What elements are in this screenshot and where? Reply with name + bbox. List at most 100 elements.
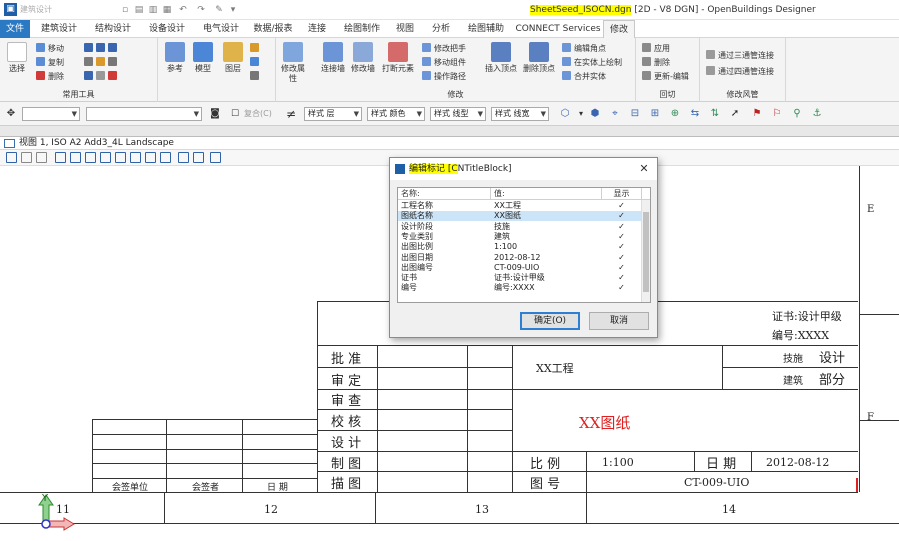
tab-connect[interactable]: 连接 (302, 20, 332, 38)
table-row[interactable]: 出图编号 CT-009-UIO ✓ (398, 263, 641, 273)
table-scrollbar[interactable] (641, 200, 650, 302)
connect-walls-button[interactable]: 连接墙 (318, 42, 348, 74)
tool-9-icon[interactable]: ⚑ (750, 107, 764, 121)
tab-analysis[interactable]: 分析 (426, 20, 456, 38)
row-show-checkbox[interactable]: ✓ (602, 242, 641, 252)
open-file-icon[interactable]: ▤ (134, 5, 144, 15)
row-value-cell[interactable]: XX工程 (494, 201, 599, 211)
modify-properties-button[interactable]: 修改属性 (278, 42, 308, 84)
tool-4-icon[interactable]: ⊟ (628, 107, 642, 121)
table-row[interactable]: 图纸名称 XX图纸 ✓ (398, 211, 641, 222)
copy-view-icon[interactable] (210, 152, 221, 163)
pin-icon[interactable]: ✎ (214, 5, 224, 15)
shape-tools-button[interactable] (84, 57, 120, 69)
header-show[interactable]: 显示 (602, 188, 642, 200)
row-show-checkbox[interactable]: ✓ (602, 273, 641, 283)
merge-solid-button[interactable]: 合并实体 (562, 71, 606, 83)
tool-2-icon[interactable]: ⬢ (588, 107, 602, 121)
insert-vertex-button[interactable]: 插入顶点 (484, 42, 518, 74)
ruler-icon[interactable] (36, 152, 47, 163)
apply-button[interactable]: 应用 (642, 43, 670, 55)
save-icon[interactable]: ▥ (148, 5, 158, 15)
model-button[interactable]: 模型 (188, 42, 218, 74)
update-edit-button[interactable]: 更新-编辑 (642, 71, 689, 83)
attributes-button[interactable] (250, 43, 262, 55)
header-value[interactable]: 值: (491, 188, 602, 200)
new-file-icon[interactable]: ▫ (120, 5, 130, 15)
table-row[interactable]: 设计阶段 技施 ✓ (398, 222, 641, 232)
reference-button[interactable]: 参考 (160, 42, 190, 74)
view-previous-icon[interactable] (160, 152, 171, 163)
table-row[interactable]: 专业类别 建筑 ✓ (398, 232, 641, 242)
tab-drawing-production[interactable]: 绘图制作 (338, 20, 386, 38)
view-attributes-icon[interactable] (6, 152, 17, 163)
four-way-connect-button[interactable]: 通过四通管连接 (706, 66, 774, 78)
modify-handle-button[interactable]: 修改把手 (422, 43, 466, 55)
row-value-cell[interactable]: 1:100 (494, 242, 599, 252)
element-selection-icon[interactable]: ✥ (4, 107, 18, 121)
draw-on-solid-button[interactable]: 在实体上绘制 (562, 57, 622, 69)
customize-qat-icon[interactable]: ▾ (228, 5, 238, 15)
tab-mechanical[interactable]: 设备设计 (142, 20, 192, 38)
tool-11-icon[interactable]: ⚲ (790, 107, 804, 121)
redo-icon[interactable]: ↷ (196, 5, 206, 15)
row-show-checkbox[interactable]: ✓ (602, 222, 641, 232)
style-linetype-combo[interactable]: 样式 线型 ▼ (430, 107, 486, 121)
row-show-checkbox[interactable]: ✓ (602, 232, 641, 242)
print-icon[interactable]: ▦ (162, 5, 172, 15)
ok-button[interactable]: 确定(O) (520, 312, 580, 330)
delete-vertex-button[interactable]: 删除顶点 (522, 42, 556, 74)
text-tools-button[interactable] (84, 71, 120, 83)
dialog-title-bar[interactable]: 编辑标记 [CNTitleBlock] ✕ (390, 158, 657, 180)
clip-volume-icon[interactable] (193, 152, 204, 163)
select-button[interactable]: 选择 (2, 42, 32, 74)
window-area-icon[interactable] (100, 152, 111, 163)
tab-electrical[interactable]: 电气设计 (196, 20, 246, 38)
close-icon[interactable]: ✕ (637, 158, 651, 180)
tab-architectural[interactable]: 建筑设计 (34, 20, 84, 38)
style-level-combo[interactable]: 样式 层 ▼ (304, 107, 362, 121)
view-window-title[interactable]: 视图 1, ISO A2 Add3_4L Landscape (0, 136, 899, 150)
clip-delete-button[interactable]: 删除 (642, 57, 670, 69)
measure-button[interactable] (250, 71, 262, 83)
rotate-view-icon[interactable] (130, 152, 141, 163)
table-row[interactable]: 编号 编号:XXXX ✓ (398, 283, 641, 293)
active-style-combo[interactable]: ▼ (86, 107, 202, 121)
tool-5-icon[interactable]: ⊞ (648, 107, 662, 121)
break-element-button[interactable]: 打断元素 (380, 42, 416, 74)
tab-file[interactable]: 文件 (0, 20, 30, 38)
level-button[interactable]: 图层 (218, 42, 248, 74)
row-value-cell[interactable]: 编号:XXXX (494, 283, 599, 293)
row-value-cell[interactable]: 建筑 (494, 232, 599, 242)
chevron-down-icon[interactable]: ▾ (574, 107, 588, 121)
row-show-checkbox[interactable]: ✓ (602, 253, 641, 263)
row-value-cell[interactable]: XX图纸 (494, 211, 599, 221)
view-next-icon[interactable] (178, 152, 189, 163)
pan-view-icon[interactable] (145, 152, 156, 163)
row-value-cell[interactable]: 证书:设计甲级 (494, 273, 599, 283)
tab-view[interactable]: 视图 (390, 20, 420, 38)
tool-10-icon[interactable]: ⚐ (770, 107, 784, 121)
update-view-icon[interactable] (55, 152, 66, 163)
place-cell-icon[interactable]: ⬡ (558, 107, 572, 121)
composite-checkbox[interactable]: ☐ (228, 107, 242, 121)
row-value-cell[interactable]: CT-009-UIO (494, 263, 599, 273)
tab-connect-services[interactable]: CONNECT Services (515, 20, 601, 38)
tool-6-icon[interactable]: ⊕ (668, 107, 682, 121)
tab-modify[interactable]: 修改 (603, 20, 635, 39)
table-row[interactable]: 出图日期 2012-08-12 ✓ (398, 253, 641, 263)
zoom-out-icon[interactable] (85, 152, 96, 163)
style-color-combo[interactable]: 样式 颜色 ▼ (367, 107, 425, 121)
row-show-checkbox[interactable]: ✓ (602, 283, 641, 293)
row-show-checkbox[interactable]: ✓ (602, 201, 641, 211)
display-style-icon[interactable] (21, 152, 32, 163)
info-button[interactable] (250, 57, 262, 69)
display-mode-icon[interactable]: ◙ (208, 107, 222, 121)
app-icon[interactable]: ▣ (4, 3, 17, 16)
row-value-cell[interactable]: 2012-08-12 (494, 253, 599, 263)
row-show-checkbox[interactable]: ✓ (602, 211, 641, 221)
tool-8-icon[interactable]: ⇅ (708, 107, 722, 121)
active-level-combo[interactable]: ▼ (22, 107, 80, 121)
not-equal-icon[interactable]: ≠ (284, 107, 298, 121)
tag-table[interactable]: 名称: 值: 显示 工程名称 XX工程 ✓ 图纸名称 XX图纸 ✓ 设计阶段 技施 ✓ 专业类别建… (397, 187, 651, 303)
